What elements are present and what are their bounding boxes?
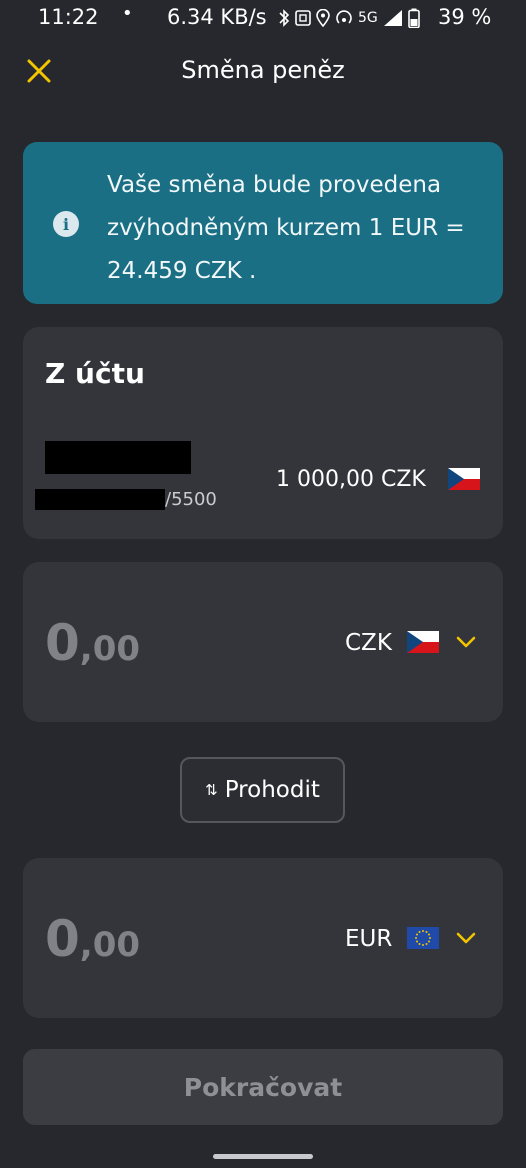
battery-icon — [407, 8, 420, 28]
from-amount-integer: 0 — [45, 614, 80, 672]
network-type: 5G — [358, 10, 378, 26]
signal-icon — [383, 10, 402, 26]
eu-flag-icon — [407, 927, 439, 949]
to-amount-card[interactable]: 0,00 EUR — [23, 858, 503, 1018]
from-amount-decimal: ,00 — [79, 629, 141, 669]
redacted-account-number — [35, 489, 165, 510]
bluetooth-icon — [279, 9, 290, 27]
swap-label: Prohodit — [224, 777, 320, 803]
from-amount-input[interactable]: 0,00 — [45, 614, 140, 672]
from-account-card[interactable]: Z účtu /5500 1 000,00 CZK — [23, 327, 503, 539]
header: Směna peněz — [0, 48, 526, 94]
status-dot: • — [122, 3, 133, 24]
page-title: Směna peněz — [181, 56, 345, 84]
banner-text: Vaše směna bude provedena zvýhodněným ku… — [107, 172, 465, 284]
home-indicator — [213, 1154, 313, 1159]
to-amount-decimal: ,00 — [79, 925, 141, 965]
status-speed: 6.34 KB/s — [167, 5, 267, 29]
account-number-suffix: /5500 — [165, 489, 217, 510]
account-balance: 1 000,00 CZK — [276, 467, 426, 492]
chevron-down-icon[interactable] — [455, 634, 477, 650]
from-account-title: Z účtu — [45, 357, 145, 390]
czech-flag-icon — [407, 631, 439, 653]
info-banner: i Vaše směna bude provedena zvýhodněným … — [23, 142, 503, 304]
swap-button[interactable]: ⇅ Prohodit — [180, 757, 345, 823]
continue-button[interactable]: Pokračovat — [23, 1049, 503, 1125]
status-time: 11:22 — [38, 5, 99, 29]
redacted-account-name — [45, 441, 191, 474]
chevron-down-icon[interactable] — [455, 930, 477, 946]
to-amount-input[interactable]: 0,00 — [45, 910, 140, 968]
status-bar: 11:22 • 6.34 KB/s 5G 39 % — [0, 0, 526, 38]
czech-flag-icon — [448, 468, 480, 490]
swap-icon: ⇅ — [205, 781, 217, 799]
info-icon: i — [53, 211, 79, 237]
hotspot-icon — [336, 10, 352, 24]
from-amount-card[interactable]: 0,00 CZK — [23, 562, 503, 722]
battery-percent: 39 % — [438, 5, 492, 29]
to-currency-label: EUR — [345, 926, 393, 952]
status-icons: 5G — [278, 8, 420, 28]
from-currency-label: CZK — [345, 630, 392, 656]
location-icon — [316, 9, 330, 27]
to-amount-integer: 0 — [45, 910, 80, 968]
nfc-icon — [295, 10, 311, 26]
